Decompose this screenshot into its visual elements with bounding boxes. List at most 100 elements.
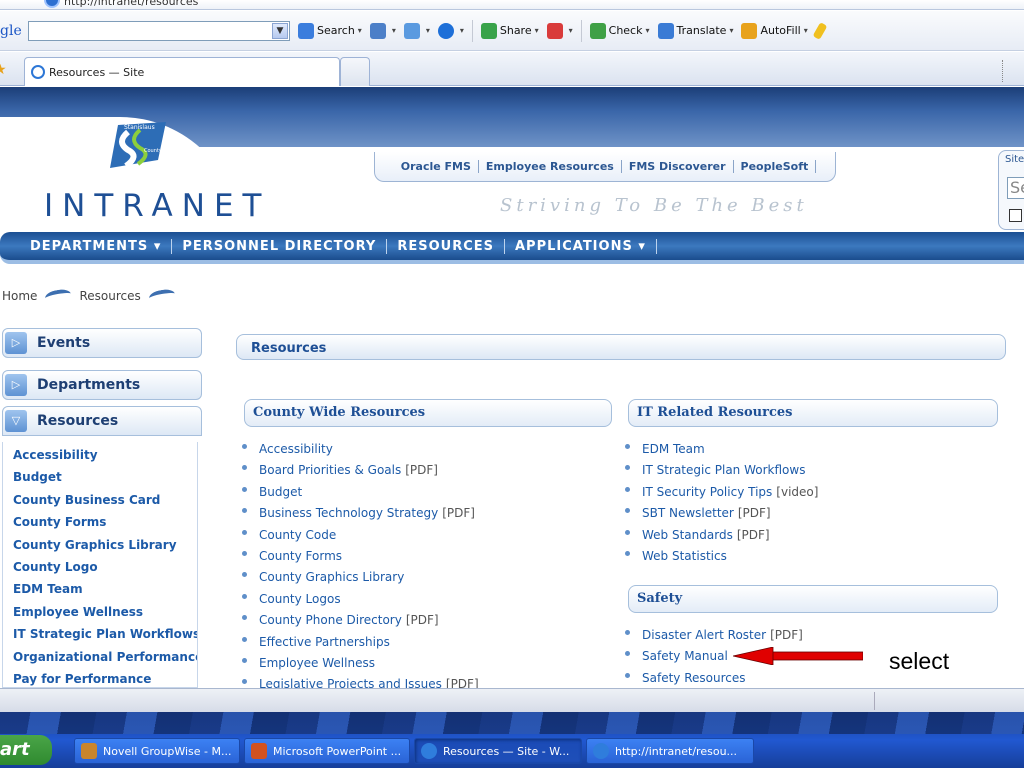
- nav-applications[interactable]: APPLICATIONS ▾: [505, 238, 657, 254]
- start-button[interactable]: art: [0, 735, 52, 765]
- list-item[interactable]: County Graphics Library: [242, 570, 479, 591]
- bullet-icon: [242, 615, 247, 621]
- list-item[interactable]: County Code: [242, 528, 479, 549]
- toolbar-divider: [471, 19, 473, 42]
- chevron-down-icon: ▾: [425, 26, 430, 35]
- sidebar-item[interactable]: County Logo: [13, 558, 197, 580]
- list-item[interactable]: Board Priorities & Goals [PDF]: [242, 463, 479, 484]
- nav-personnel-directory[interactable]: PERSONNEL DIRECTORY: [172, 238, 388, 254]
- sidebar-item[interactable]: EDM Team: [13, 580, 197, 602]
- sidebar-departments[interactable]: ▷ Departments: [2, 370, 202, 400]
- it-related-list: EDM Team IT Strategic Plan Workflows IT …: [625, 442, 818, 570]
- chevron-down-icon[interactable]: ▼: [272, 22, 288, 39]
- bullet-icon: [625, 651, 630, 657]
- new-tab-button[interactable]: [340, 57, 370, 86]
- toolbar-share-button[interactable]: Share ▾: [480, 22, 539, 39]
- list-item[interactable]: County Phone Directory [PDF]: [242, 613, 479, 634]
- list-item[interactable]: SBT Newsletter [PDF]: [625, 506, 818, 527]
- swoosh-icon: [44, 287, 73, 305]
- sidebar-item[interactable]: County Business Card: [13, 491, 197, 513]
- task-ie-resources[interactable]: Resources — Site - W...: [414, 738, 582, 764]
- dell-icon: [437, 22, 454, 39]
- toolbar-check-button[interactable]: Check ▾: [589, 22, 650, 39]
- breadcrumb: Home Resources: [2, 287, 183, 305]
- intranet-brand: INTRANET: [44, 188, 271, 224]
- sidebar-item[interactable]: Employee Wellness: [13, 603, 197, 625]
- toolbar-plus-button[interactable]: ▾: [403, 22, 430, 39]
- bullet-icon: [625, 486, 630, 492]
- list-item[interactable]: IT Strategic Plan Workflows: [625, 463, 818, 484]
- list-item[interactable]: Employee Wellness: [242, 656, 479, 677]
- link-fms-discoverer[interactable]: FMS Discoverer: [622, 160, 734, 173]
- site-search-checkbox[interactable]: [1009, 209, 1022, 222]
- sidebar-item[interactable]: County Forms: [13, 513, 197, 535]
- task-ie-intranet[interactable]: http://intranet/resou...: [586, 738, 754, 764]
- list-item[interactable]: County Forms: [242, 549, 479, 570]
- slogan: Striving To Be The Best: [500, 195, 808, 216]
- sidebar-item[interactable]: Accessibility: [13, 446, 197, 468]
- page-title: Resources: [251, 341, 327, 356]
- list-item[interactable]: Effective Partnerships: [242, 635, 479, 656]
- nav-resources[interactable]: RESOURCES: [387, 238, 505, 254]
- google-logo: gle: [0, 22, 22, 39]
- list-item[interactable]: Accessibility: [242, 442, 479, 463]
- list-item[interactable]: County Logos: [242, 592, 479, 613]
- sidebar-item[interactable]: Organizational Performance: [13, 648, 197, 670]
- list-item[interactable]: IT Security Policy Tips [video]: [625, 485, 818, 506]
- bullet-icon: [625, 444, 630, 449]
- chevron-down-icon: ▾: [729, 26, 734, 35]
- list-item[interactable]: Web Statistics: [625, 549, 818, 570]
- bullet-icon: [242, 636, 247, 642]
- address-url[interactable]: http://intranet/resources: [64, 0, 198, 8]
- list-item[interactable]: Web Standards [PDF]: [625, 528, 818, 549]
- bullet-icon: [242, 657, 247, 663]
- sidebar-item[interactable]: Pay for Performance: [13, 670, 197, 687]
- tab-resources-site[interactable]: Resources — Site: [24, 57, 340, 86]
- list-item[interactable]: Budget: [242, 485, 479, 506]
- toolbar-blog-button[interactable]: ▾: [546, 22, 573, 39]
- link-oracle-fms[interactable]: Oracle FMS: [394, 160, 479, 173]
- sidebar-resources[interactable]: ▽ Resources: [2, 406, 202, 436]
- link-peoplesoft[interactable]: PeopleSoft: [734, 160, 817, 173]
- plus-icon: [403, 22, 420, 39]
- toolbar-search-button[interactable]: Search ▾: [298, 22, 362, 39]
- toolbar-translate-button[interactable]: Translate ▾: [657, 22, 734, 39]
- sidebar-item[interactable]: Budget: [13, 468, 197, 490]
- address-bar[interactable]: http://intranet/resources: [0, 0, 1024, 10]
- toolbar-highlighter-button[interactable]: [812, 21, 828, 40]
- toolbar-dell-button[interactable]: ▾: [437, 22, 464, 39]
- search-icon: [298, 22, 314, 39]
- status-cells: [874, 692, 1024, 710]
- link-employee-resources[interactable]: Employee Resources: [479, 160, 622, 173]
- blog-icon: [546, 22, 563, 39]
- bullet-icon: [242, 529, 247, 535]
- play-arrow-icon: ▷: [5, 374, 27, 396]
- chevron-down-icon: ▾: [357, 26, 362, 35]
- chevron-down-icon: ▾: [568, 26, 573, 35]
- google-search-input[interactable]: ▼: [28, 20, 290, 41]
- favorites-star-icon[interactable]: ★: [0, 62, 7, 78]
- svg-text:County: County: [144, 148, 162, 154]
- toolbar-autofill-button[interactable]: AutoFill ▾: [741, 22, 808, 39]
- breadcrumb-home[interactable]: Home: [2, 289, 37, 303]
- sidebar-item[interactable]: IT Strategic Plan Workflows: [13, 625, 197, 647]
- site-search-box: Site Se: [998, 150, 1024, 230]
- sidebar-item[interactable]: County Graphics Library: [13, 536, 197, 558]
- bullet-icon: [625, 465, 630, 471]
- sidebar-events[interactable]: ▷ Events: [2, 328, 202, 358]
- chevron-down-icon: ▾: [645, 26, 650, 35]
- task-groupwise[interactable]: Novell GroupWise - M...: [74, 738, 240, 764]
- swoosh-icon: [147, 287, 176, 305]
- task-powerpoint[interactable]: Microsoft PowerPoint ...: [244, 738, 410, 764]
- safety-header: Safety: [628, 585, 998, 613]
- breadcrumb-resources[interactable]: Resources: [79, 289, 140, 303]
- resources-heading-bar: Resources: [236, 334, 1006, 360]
- toolbar-page-button[interactable]: ▾: [369, 22, 396, 39]
- list-item[interactable]: EDM Team: [625, 442, 818, 463]
- google-toolbar: gle ▼ Search ▾ ▾ ▾ ▾ Share ▾ ▾ Check ▾ Tran…: [0, 11, 1024, 51]
- groupwise-icon: [81, 743, 97, 759]
- ie-icon: [421, 743, 437, 759]
- list-item[interactable]: Business Technology Strategy [PDF]: [242, 506, 479, 527]
- nav-departments[interactable]: DEPARTMENTS ▾: [30, 238, 173, 254]
- site-search-input[interactable]: Se: [1007, 177, 1024, 199]
